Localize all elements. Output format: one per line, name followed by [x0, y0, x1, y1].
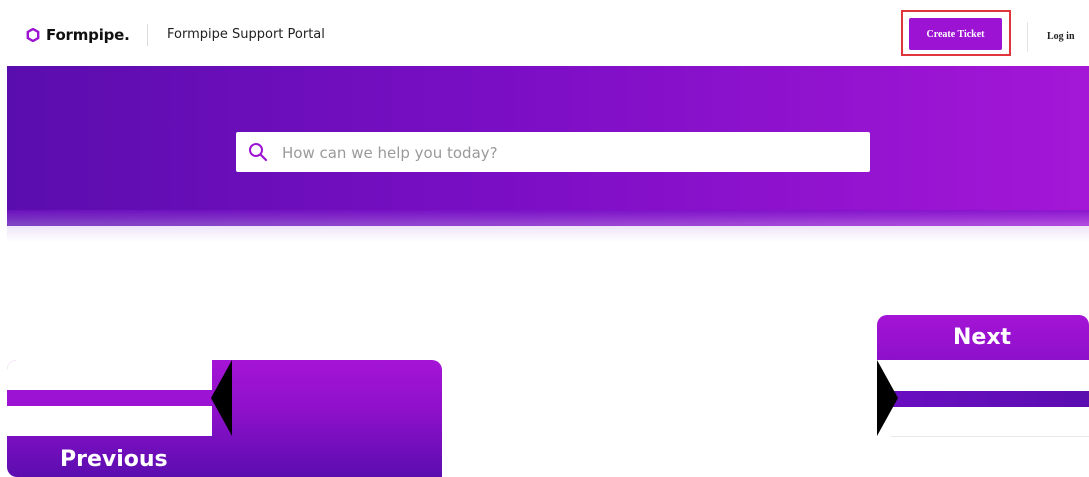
previous-card[interactable]: Previous	[7, 360, 442, 477]
search-icon[interactable]	[248, 142, 268, 162]
search-box[interactable]	[236, 132, 870, 174]
formpipe-logo-icon	[26, 27, 40, 43]
brand-logo[interactable]: Formpipe.	[26, 25, 130, 45]
previous-button[interactable]: Previous	[60, 447, 168, 472]
next-button[interactable]: Next	[953, 325, 1011, 350]
login-link[interactable]: Log in	[1047, 31, 1075, 42]
header-divider	[147, 24, 148, 46]
arrow-left-icon	[208, 360, 232, 436]
portal-title[interactable]: Formpipe Support Portal	[167, 27, 325, 42]
next-card[interactable]: Next	[877, 315, 1089, 437]
login-divider	[1027, 22, 1028, 52]
arrow-right-icon	[877, 360, 899, 436]
brand-name: Formpipe.	[46, 26, 130, 44]
next-card-header: Next	[877, 315, 1089, 360]
search-input[interactable]	[280, 132, 864, 174]
hero-fade	[7, 210, 1089, 242]
previous-card-stripe	[7, 390, 212, 406]
next-card-divider	[891, 436, 1089, 437]
top-header: Formpipe. Formpipe Support Portal Create…	[0, 0, 1089, 66]
create-ticket-button[interactable]: Create Ticket	[909, 18, 1002, 50]
next-card-stripe	[877, 391, 1089, 407]
